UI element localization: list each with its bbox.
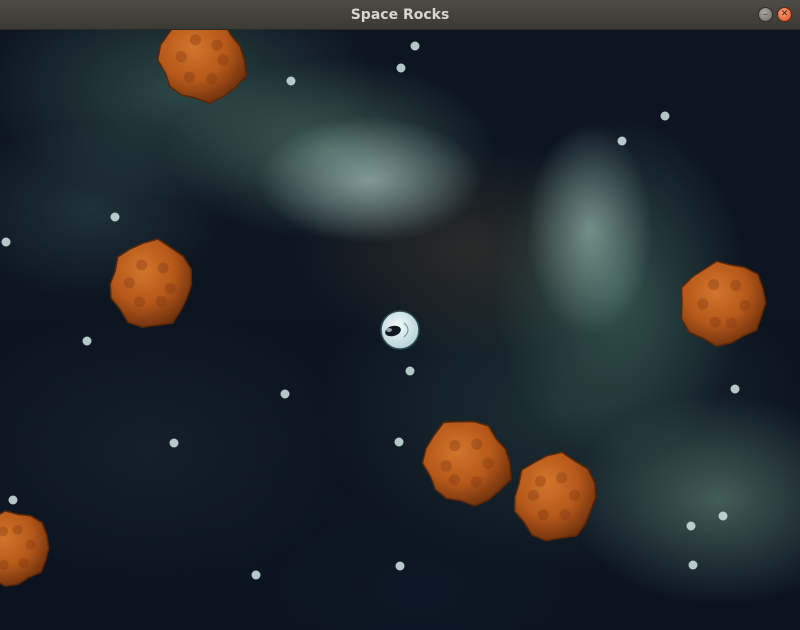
star <box>286 76 296 86</box>
star <box>718 511 728 521</box>
star <box>730 384 740 394</box>
minimize-icon: – <box>763 9 768 20</box>
asteroid <box>109 238 193 328</box>
star <box>686 521 696 531</box>
star <box>251 570 261 580</box>
star <box>688 560 698 570</box>
window-title: Space Rocks <box>350 7 450 23</box>
star <box>169 438 179 448</box>
star <box>617 136 627 146</box>
star <box>396 63 406 73</box>
star <box>82 336 92 346</box>
asteroid <box>680 260 767 347</box>
asteroid <box>0 510 50 587</box>
star <box>660 111 670 121</box>
asteroid <box>156 30 247 105</box>
asteroid <box>513 451 597 542</box>
scene <box>0 30 767 587</box>
game-canvas[interactable] <box>0 30 800 630</box>
star <box>8 495 18 505</box>
game-window: Space Rocks – ✕ <box>0 0 800 630</box>
minimize-button[interactable]: – <box>758 7 773 22</box>
star <box>405 366 415 376</box>
star <box>1 237 11 247</box>
title-bar[interactable]: Space Rocks – ✕ <box>0 0 800 30</box>
star <box>410 41 420 51</box>
star <box>280 389 290 399</box>
ship-icon <box>380 310 420 350</box>
star <box>395 561 405 571</box>
star <box>394 437 404 447</box>
close-icon: ✕ <box>780 9 789 19</box>
asteroid <box>421 420 512 507</box>
star <box>110 212 120 222</box>
close-button[interactable]: ✕ <box>777 7 792 22</box>
